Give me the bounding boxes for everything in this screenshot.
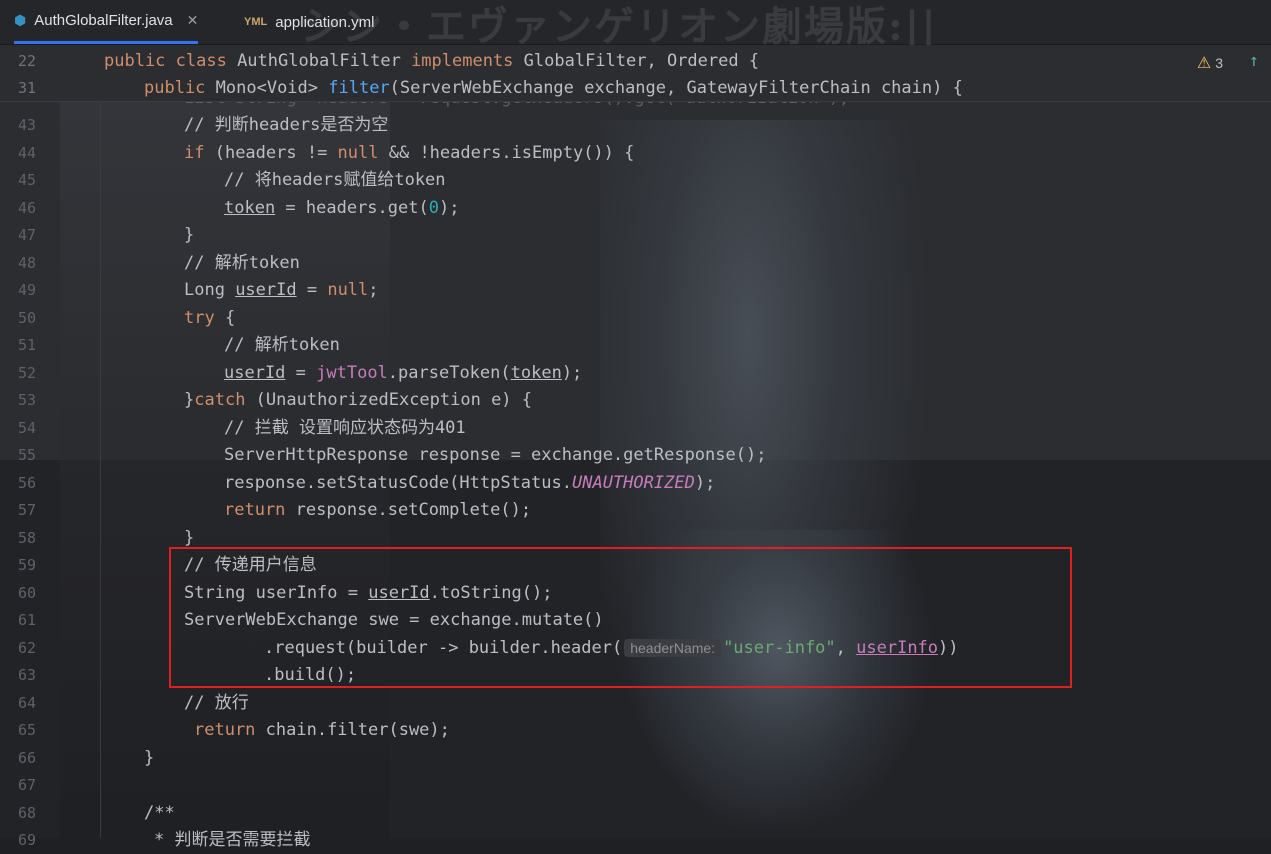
code-row: 44 if (headers != null && !headers.isEmp… xyxy=(0,140,1271,167)
code-row: 46 token = headers.get(0); xyxy=(0,195,1271,222)
code-line: response.setStatusCode(HttpStatus.UNAUTH… xyxy=(224,473,716,493)
comment: // 解析token xyxy=(224,335,340,355)
line-number: 67 xyxy=(17,776,36,794)
code-row: 55 ServerHttpResponse response = exchang… xyxy=(0,442,1271,469)
line-number: 58 xyxy=(17,529,36,547)
tab-authglobalfilter-java[interactable]: ⬢ AuthGlobalFilter.java ✕ xyxy=(14,0,199,44)
code-row: 69 * 判断是否需要拦截 xyxy=(0,827,1271,854)
line-number: 65 xyxy=(17,721,36,739)
line-number: 61 xyxy=(17,611,36,629)
line-number: 64 xyxy=(17,694,36,712)
comment: // 判断headers是否为空 xyxy=(184,115,389,135)
line-number: 59 xyxy=(17,556,36,574)
code-line: ServerHttpResponse response = exchange.g… xyxy=(224,445,767,465)
code-row: 65 return chain.filter(swe); xyxy=(0,717,1271,744)
code-row: 45 // 将headers赋值给token xyxy=(0,167,1271,194)
highlight-annotation-box xyxy=(169,547,1072,688)
line-number: 66 xyxy=(17,749,36,767)
code-line: return chain.filter(swe); xyxy=(194,720,450,740)
code-row: 49 Long userId = null; xyxy=(0,277,1271,304)
code-editor[interactable]: 43 // 判断headers是否为空 44 if (headers != nu… xyxy=(0,101,1271,850)
yml-file-icon: YML xyxy=(244,16,268,28)
code-line: } xyxy=(144,748,155,768)
code-row: 64 // 放行 xyxy=(0,690,1271,717)
code-line: public class AuthGlobalFilter implements… xyxy=(104,51,760,71)
sticky-scroll-header: 22 public class AuthGlobalFilter impleme… xyxy=(0,45,1271,102)
line-number: 45 xyxy=(17,171,36,189)
editor-tab-bar: シン・エヴァンゲリオン劇場版:|| ⬢ AuthGlobalFilter.jav… xyxy=(0,0,1271,50)
sticky-line[interactable]: 22 public class AuthGlobalFilter impleme… xyxy=(0,47,1271,75)
line-number: 56 xyxy=(17,474,36,492)
code-row: 68 /** xyxy=(0,800,1271,827)
doc-comment: /** xyxy=(144,803,175,823)
line-number: 51 xyxy=(17,336,36,354)
code-line: try { xyxy=(184,308,236,328)
code-line: } xyxy=(184,225,195,245)
tab-application-yml[interactable]: YML application.yml xyxy=(244,0,374,44)
close-icon[interactable]: ✕ xyxy=(187,12,199,29)
code-row: 56 response.setStatusCode(HttpStatus.UNA… xyxy=(0,470,1271,497)
code-row: 50 try { xyxy=(0,305,1271,332)
line-number: 69 xyxy=(17,831,36,849)
tab-label: application.yml xyxy=(275,13,375,31)
line-number: 53 xyxy=(17,391,36,409)
line-number: 57 xyxy=(17,501,36,519)
line-number: 22 xyxy=(17,52,36,70)
navigate-up-icon[interactable]: ↑ xyxy=(1249,51,1259,71)
code-line: if (headers != null && !headers.isEmpty(… xyxy=(184,143,635,163)
warnings-indicator[interactable]: ⚠ 3 xyxy=(1197,53,1223,73)
comment: // 放行 xyxy=(184,693,249,713)
line-number: 31 xyxy=(17,79,36,97)
warning-count: 3 xyxy=(1215,55,1223,71)
java-class-icon: ⬢ xyxy=(14,12,27,28)
line-number: 48 xyxy=(17,254,36,272)
code-row: 54 // 拦截 设置响应状态码为401 xyxy=(0,415,1271,442)
line-number: 62 xyxy=(17,639,36,657)
code-line: public Mono<Void> filter(ServerWebExchan… xyxy=(144,78,963,98)
comment: // 拦截 设置响应状态码为401 xyxy=(224,418,466,438)
code-row: 66 } xyxy=(0,745,1271,772)
code-row: 47 } xyxy=(0,222,1271,249)
line-number: 54 xyxy=(17,419,36,437)
warning-icon: ⚠ xyxy=(1196,55,1212,72)
line-number: 47 xyxy=(17,226,36,244)
code-row: 53 }catch (UnauthorizedException e) { xyxy=(0,387,1271,414)
code-line: }catch (UnauthorizedException e) { xyxy=(184,390,533,410)
tab-label: AuthGlobalFilter.java xyxy=(34,12,173,29)
line-number: 68 xyxy=(17,804,36,822)
line-number: 44 xyxy=(17,144,36,162)
code-line: token = headers.get(0); xyxy=(224,198,460,218)
line-number: 63 xyxy=(17,666,36,684)
line-number: 60 xyxy=(17,584,36,602)
comment: // 将headers赋值给token xyxy=(224,170,446,190)
code-line: Long userId = null; xyxy=(184,280,379,300)
line-number: 43 xyxy=(17,116,36,134)
code-row: 57 return response.setComplete(); xyxy=(0,497,1271,524)
code-line: userId = jwtTool.parseToken(token); xyxy=(224,363,583,383)
code-line: return response.setComplete(); xyxy=(224,500,532,520)
line-number: 50 xyxy=(17,309,36,327)
line-number: 55 xyxy=(17,446,36,464)
code-row: 51 // 解析token xyxy=(0,332,1271,359)
line-number: 52 xyxy=(17,364,36,382)
code-row: 52 userId = jwtTool.parseToken(token); xyxy=(0,360,1271,387)
line-number: 46 xyxy=(17,199,36,217)
line-number: 49 xyxy=(17,281,36,299)
code-row: 43 // 判断headers是否为空 xyxy=(0,112,1271,139)
code-row: 48 // 解析token xyxy=(0,250,1271,277)
sticky-line[interactable]: 31 public Mono<Void> filter(ServerWebExc… xyxy=(0,74,1271,102)
comment: // 解析token xyxy=(184,253,300,273)
doc-comment: * 判断是否需要拦截 xyxy=(154,830,311,850)
code-row: 67 xyxy=(0,772,1271,799)
